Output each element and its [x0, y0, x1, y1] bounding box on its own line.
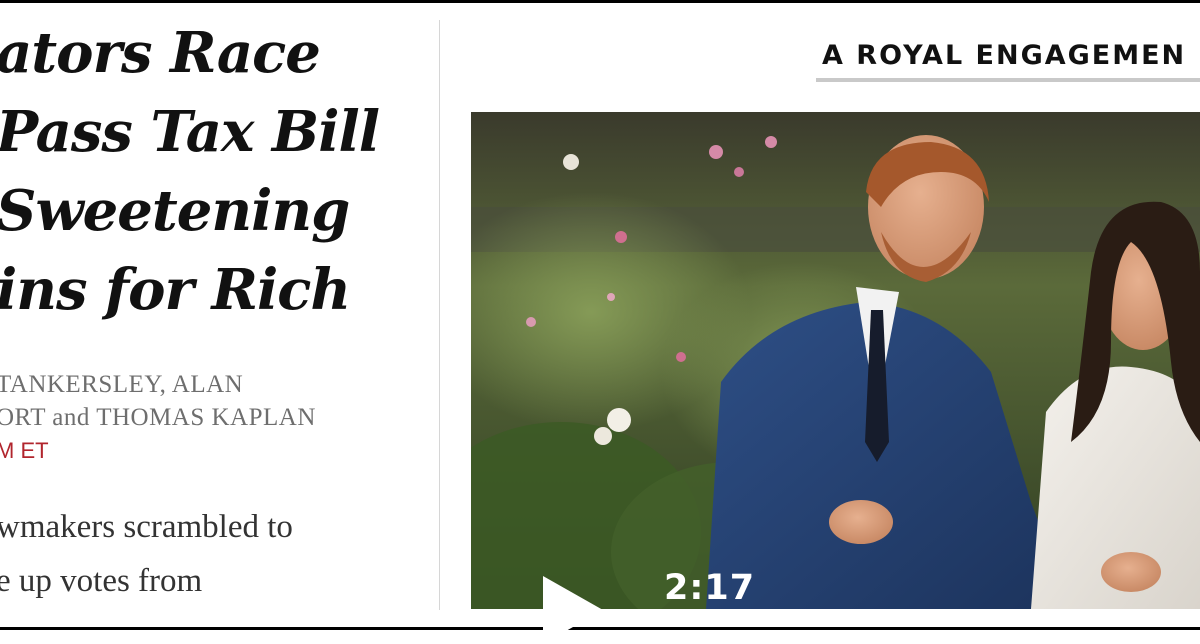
- feature-kicker-block: A ROYAL ENGAGEMEN: [816, 36, 1200, 82]
- video-duration: 2:17: [664, 568, 756, 608]
- story-headline[interactable]: ators Race Pass Tax Bill Sweetening ins …: [0, 14, 436, 330]
- headline-line[interactable]: ins for Rich: [0, 251, 436, 330]
- video-thumbnail[interactable]: [471, 112, 1200, 609]
- summary-line: e up votes from: [0, 563, 203, 599]
- kicker-underline: [816, 78, 1200, 82]
- byline-line: TANKERSLEY, ALAN: [0, 371, 244, 398]
- story-byline: TANKERSLEY, ALAN ORT and THOMAS KAPLAN: [0, 368, 436, 434]
- headline-line[interactable]: Sweetening: [0, 172, 436, 251]
- summary-line: wmakers scrambled to: [0, 509, 293, 545]
- story-summary: wmakers scrambled to e up votes from: [0, 500, 436, 608]
- story-timestamp: M ET: [0, 438, 49, 463]
- headline-line[interactable]: Pass Tax Bill: [0, 93, 436, 172]
- lead-story: ators Race Pass Tax Bill Sweetening ins …: [0, 0, 438, 630]
- column-divider: [439, 20, 440, 610]
- feature-kicker[interactable]: A ROYAL ENGAGEMEN: [816, 36, 1200, 76]
- headline-line[interactable]: ators Race: [0, 14, 436, 93]
- play-icon[interactable]: [543, 576, 603, 644]
- byline-line: ORT and THOMAS KAPLAN: [0, 404, 316, 431]
- thumbnail-image: [471, 112, 1200, 609]
